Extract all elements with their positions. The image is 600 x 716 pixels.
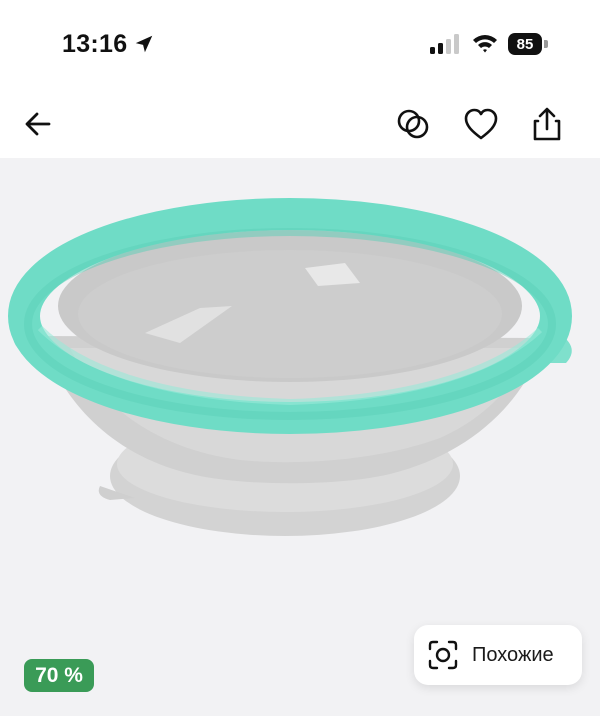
status-bar: 13:16 85 <box>0 0 600 90</box>
nav-bar <box>0 90 600 158</box>
share-button[interactable] <box>527 104 567 144</box>
share-icon <box>533 107 561 141</box>
compare-button[interactable] <box>393 104 433 144</box>
compare-icon <box>397 109 429 139</box>
discount-badge: 70 % <box>24 659 94 692</box>
back-button[interactable] <box>18 104 58 144</box>
status-time: 13:16 <box>62 30 128 58</box>
favorite-button[interactable] <box>461 104 501 144</box>
wifi-icon <box>473 35 497 53</box>
location-arrow-icon <box>135 35 153 53</box>
signal-icon <box>430 34 459 54</box>
battery-cap <box>544 40 548 48</box>
similar-products-label: Похожие <box>472 644 554 666</box>
similar-products-button[interactable]: Похожие <box>414 625 582 685</box>
battery-icon: 85 <box>508 33 550 55</box>
heart-icon <box>464 108 498 140</box>
battery-level: 85 <box>508 33 542 55</box>
back-arrow-icon <box>25 112 51 136</box>
visual-search-icon <box>428 640 458 670</box>
